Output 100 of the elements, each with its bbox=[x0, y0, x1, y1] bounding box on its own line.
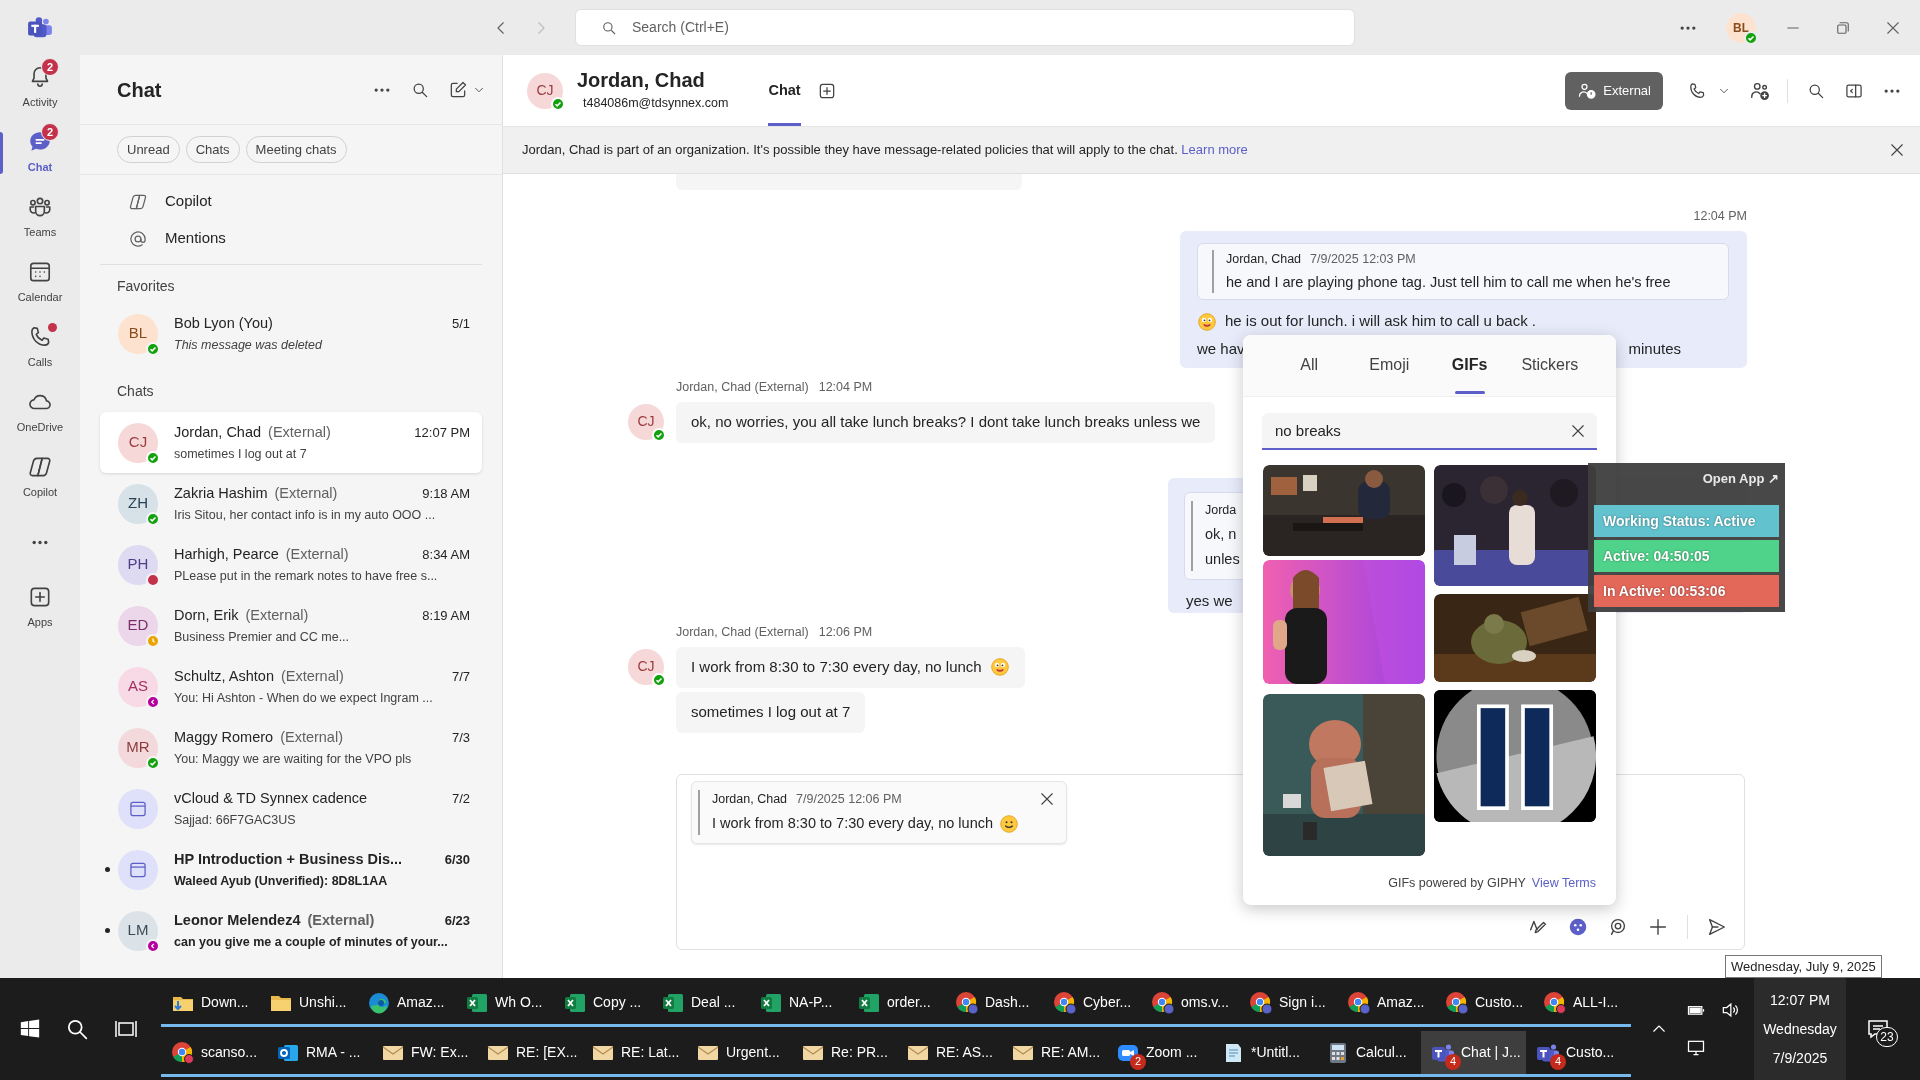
chat-list-item[interactable]: CJ Jordan, Chad (External) 12:07 PM sometimes I log out at 7 bbox=[100, 412, 482, 473]
app-rail-item[interactable]: 2 Chat bbox=[0, 120, 80, 185]
taskbar-button[interactable]: 2 Zoom ... bbox=[1106, 1031, 1211, 1077]
search-field[interactable]: Search (Ctrl+E) bbox=[575, 9, 1355, 46]
taskbar-button[interactable]: RE: AM... bbox=[1001, 1031, 1106, 1077]
avatar: CJ bbox=[118, 422, 158, 463]
taskbar-button[interactable]: Urgent... bbox=[686, 1031, 791, 1077]
open-app-link[interactable]: Open App ↗ bbox=[1702, 469, 1779, 489]
message-preview: Business Premier and CC me... bbox=[174, 628, 351, 646]
app-rail-item[interactable]: Apps bbox=[0, 575, 80, 640]
chat-list-item[interactable]: ED Dorn, Erik (External) 8:19 AM Business Premier and CC me... bbox=[100, 595, 482, 656]
sender-name: Jordan, Chad (External) bbox=[676, 379, 809, 397]
chat-time: 7/2 bbox=[451, 789, 470, 808]
taskbar-button[interactable]: Deal ... bbox=[651, 981, 749, 1027]
contact-email: t484086m@tdsynnex.com bbox=[583, 95, 729, 113]
taskbar-clock[interactable]: 12:07 PM Wednesday 7/9/2025 bbox=[1754, 978, 1846, 1080]
taskbar-button[interactable]: Wh O... bbox=[455, 981, 553, 1027]
filter-pill[interactable]: Unread bbox=[117, 136, 180, 163]
taskbar-button[interactable]: Unshi... bbox=[259, 981, 357, 1027]
taskbar-button[interactable]: RE: Lat... bbox=[581, 1031, 686, 1077]
plus-icon[interactable] bbox=[1647, 916, 1669, 938]
taskbar-button[interactable]: Custo... bbox=[1435, 981, 1533, 1027]
app-rail-item[interactable]: Calls bbox=[0, 315, 80, 380]
chat-list-item[interactable]: ZH Zakria Hashim (External) 9:18 AM Iris Sitou, her contact info is in my auto OOO ... bbox=[100, 473, 482, 534]
network-icon[interactable] bbox=[1686, 1038, 1706, 1058]
close-icon[interactable] bbox=[1888, 141, 1906, 159]
taskbar-button[interactable]: RMA - ... bbox=[266, 1031, 371, 1077]
taskbar-button[interactable]: *Untitl... bbox=[1211, 1031, 1316, 1077]
taskbar-button[interactable]: ALL-I... bbox=[1533, 981, 1631, 1027]
message-preview: Sajjad: 66F7GAC3US bbox=[174, 811, 297, 829]
meeting-avatar bbox=[118, 849, 158, 890]
taskbar-button[interactable]: Dash... bbox=[945, 981, 1043, 1027]
send-icon[interactable] bbox=[1706, 916, 1728, 938]
search-input[interactable]: Search (Ctrl+E) bbox=[632, 17, 1330, 38]
picker-tab[interactable]: GIFs bbox=[1429, 334, 1510, 396]
new-chat-icon[interactable] bbox=[448, 79, 468, 100]
learn-more-link[interactable]: Learn more bbox=[1181, 142, 1248, 158]
chat-list-item[interactable]: MR Maggy Romero (External) 7/3 You: Maggy we are waiting for the VPO pls bbox=[100, 717, 482, 778]
shortcut-item[interactable]: Mentions bbox=[165, 227, 226, 250]
taskbar-button[interactable]: Amaz... bbox=[357, 981, 455, 1027]
app-rail-item[interactable]: 2 Activity bbox=[0, 55, 80, 120]
chat-list-item[interactable]: LM Leonor Melendez4 (External) 6/23 can you give me a couple of minutes of your... bbox=[100, 900, 482, 961]
taskbar-button[interactable]: RE: AS... bbox=[896, 1031, 1001, 1077]
avatar: ZH bbox=[118, 483, 158, 524]
taskbar-button[interactable]: RE: [EX... bbox=[476, 1031, 581, 1077]
taskbar-button[interactable]: Cyber... bbox=[1043, 981, 1141, 1027]
start-icon[interactable] bbox=[19, 1018, 42, 1040]
chat-list-item[interactable]: HP Introduction + Business Dis... 6/30 Waleed Ayub (Unverified): 8D8L1AA bbox=[100, 839, 482, 900]
chat-list-item[interactable]: vCloud & TD Synnex cadence 7/2 Sajjad: 66F7GAC3US bbox=[100, 778, 482, 839]
message-time: 12:06 PM bbox=[818, 624, 873, 642]
chat-list-item[interactable]: AS Schultz, Ashton (External) 7/7 You: Hi Ashton - When do we expect Ingram ... bbox=[100, 656, 482, 717]
taskbar-button[interactable]: FW: Ex... bbox=[371, 1031, 476, 1077]
view-terms-link[interactable]: View Terms bbox=[1531, 874, 1596, 893]
chat-time: 7/7 bbox=[451, 667, 470, 686]
filter-pill[interactable]: Chats bbox=[185, 136, 240, 163]
taskbar-button[interactable]: Down... bbox=[161, 981, 259, 1027]
shortcut-item[interactable]: Copilot bbox=[165, 190, 212, 213]
taskbar-button[interactable]: scanso... bbox=[161, 1031, 266, 1077]
taskbar-button[interactable]: 4 Chat | J... bbox=[1421, 1031, 1526, 1077]
app-rail-item[interactable]: Calendar bbox=[0, 250, 80, 315]
taskbar-button[interactable]: NA-P... bbox=[749, 981, 847, 1027]
avatar: ED bbox=[118, 605, 158, 646]
picker-tab[interactable]: Stickers bbox=[1509, 334, 1590, 396]
quote-author: Jordan, Chad bbox=[1226, 250, 1302, 268]
picker-tab[interactable]: Emoji bbox=[1349, 334, 1430, 396]
emoji-icon[interactable] bbox=[1567, 916, 1589, 938]
picker-tab[interactable]: All bbox=[1269, 334, 1350, 396]
quote-text: unles bbox=[1205, 550, 1240, 570]
contact-name: Jordan, Chad bbox=[577, 68, 706, 93]
user-avatar[interactable]: BL bbox=[1726, 12, 1756, 43]
contact-name: Leonor Melendez4 bbox=[174, 910, 301, 930]
app-rail-item[interactable]: Copilot bbox=[0, 445, 80, 510]
taskbar-button[interactable]: Copy ... bbox=[553, 981, 651, 1027]
browser-icon bbox=[1053, 990, 1077, 1015]
phone-icon[interactable] bbox=[1687, 80, 1707, 101]
count-badge: 2 bbox=[1130, 1053, 1146, 1070]
status-bar: In Active: 00:53:06 bbox=[1594, 575, 1779, 607]
external-tag: (External) bbox=[245, 604, 309, 627]
taskbar-button[interactable]: Sign i... bbox=[1239, 981, 1337, 1027]
message-preview: PLease put in the remark notes to have free s... bbox=[174, 567, 439, 585]
taskbar-button[interactable]: 4 Custo... bbox=[1526, 1031, 1631, 1077]
quote-author: Jordan, Chad bbox=[712, 791, 788, 808]
filter-pill[interactable]: Meeting chats bbox=[245, 136, 347, 163]
browser-icon bbox=[1249, 990, 1273, 1015]
message-text: we hav bbox=[1197, 338, 1245, 359]
app-rail-item[interactable]: Teams bbox=[0, 185, 80, 250]
message-preview: This message was deleted bbox=[174, 336, 324, 354]
taskbar-button[interactable]: oms.v... bbox=[1141, 981, 1239, 1027]
taskbar-button[interactable]: Amaz... bbox=[1337, 981, 1435, 1027]
app-rail-item[interactable]: OneDrive bbox=[0, 380, 80, 445]
message-time: 12:04 PM bbox=[1693, 208, 1747, 225]
contact-name: vCloud & TD Synnex cadence bbox=[174, 788, 368, 808]
external-button[interactable]: External bbox=[1565, 71, 1663, 110]
taskbar-button[interactable]: Re: PR... bbox=[791, 1031, 896, 1077]
taskbar-button[interactable]: order... bbox=[847, 981, 945, 1027]
quote-time: 7/9/2025 12:03 PM bbox=[1310, 250, 1416, 268]
chat-list-item[interactable]: PH Harhigh, Pearce (External) 8:34 AM PLease put in the remark notes to have free s... bbox=[100, 534, 482, 595]
at-sign-icon bbox=[128, 228, 148, 249]
message-text: sometimes I log out at 7 bbox=[691, 702, 851, 722]
chat-list-item[interactable]: BL Bob Lyon (You) 5/1 This message was deleted bbox=[100, 303, 482, 364]
